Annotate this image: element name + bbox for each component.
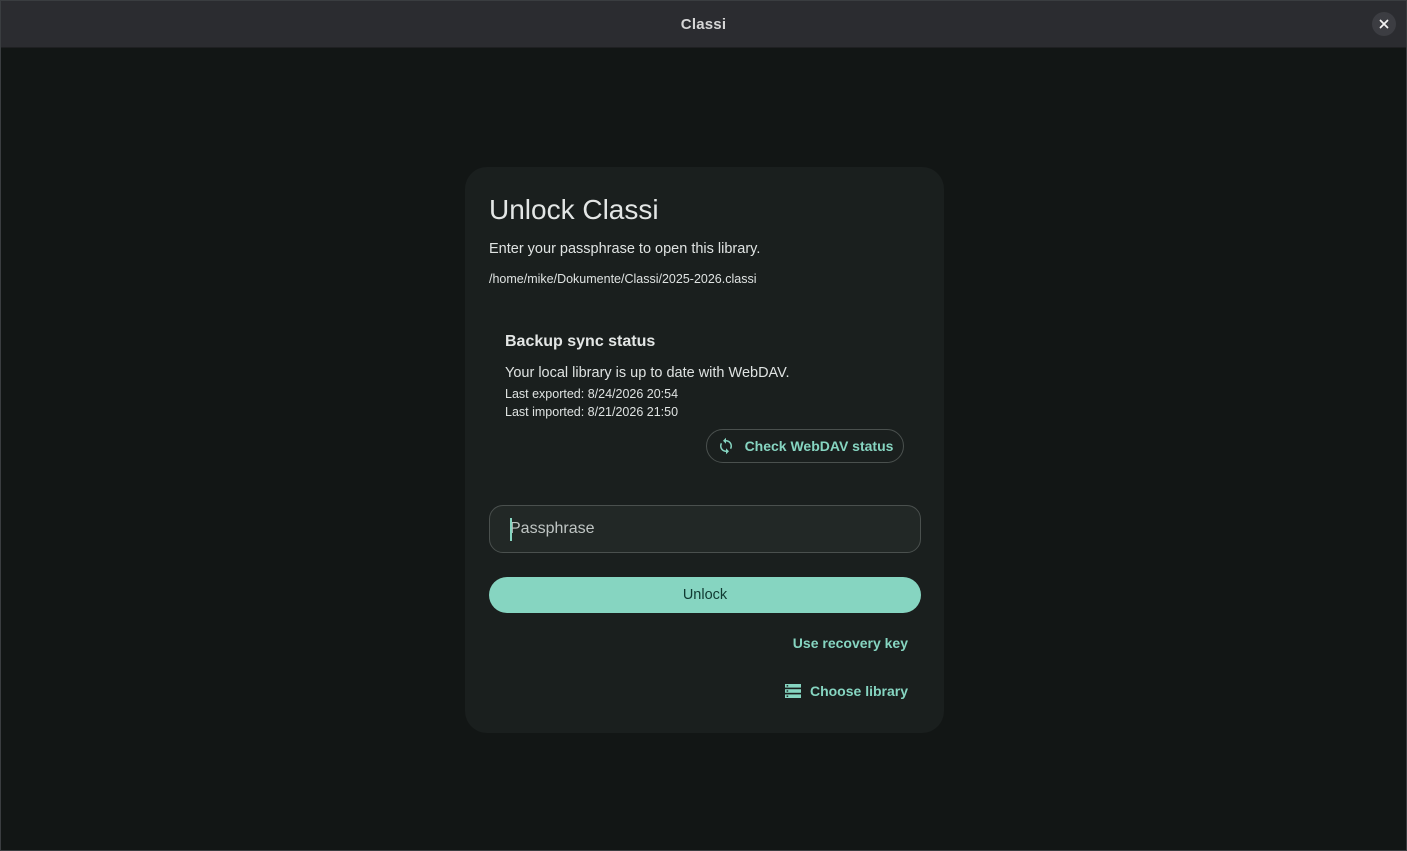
sync-title: Backup sync status [505, 333, 656, 350]
unlock-instructions: Enter your passphrase to open this libra… [489, 241, 761, 257]
check-webdav-status-button[interactable]: Check WebDAV status [706, 429, 904, 463]
close-button[interactable] [1372, 12, 1396, 36]
check-webdav-status-label: Check WebDAV status [744, 438, 894, 454]
sync-icon [719, 437, 732, 455]
unlock-card: Unlock Classi Enter your passphrase to o… [465, 167, 944, 733]
window-title: Classi [680, 15, 727, 33]
library-path: /home/mike/Dokumente/Classi/2025-2026.cl… [489, 272, 757, 286]
use-recovery-key-button[interactable]: Use recovery key [793, 634, 908, 652]
close-icon [1379, 19, 1389, 29]
passphrase-field[interactable] [489, 505, 921, 553]
unlock-label: Unlock [682, 587, 728, 603]
backup-sync-panel: Backup sync status Your local library is… [489, 315, 920, 480]
choose-library-button[interactable]: Choose library [784, 682, 908, 700]
choose-library-label: Choose library [809, 683, 908, 699]
text-caret [510, 518, 512, 541]
titlebar: Classi [1, 1, 1406, 48]
passphrase-input[interactable] [490, 506, 920, 552]
storage-icon [784, 684, 801, 698]
unlock-button[interactable]: Unlock [489, 577, 921, 613]
app-window: Classi Unlock Classi Enter your passphra… [0, 0, 1407, 851]
page-title: Unlock Classi [489, 194, 659, 225]
last-exported: Last exported: 8/24/2026 20:54 [505, 387, 679, 401]
sync-status-text: Your local library is up to date with We… [505, 365, 790, 381]
last-imported: Last imported: 8/21/2026 21:50 [505, 405, 679, 419]
